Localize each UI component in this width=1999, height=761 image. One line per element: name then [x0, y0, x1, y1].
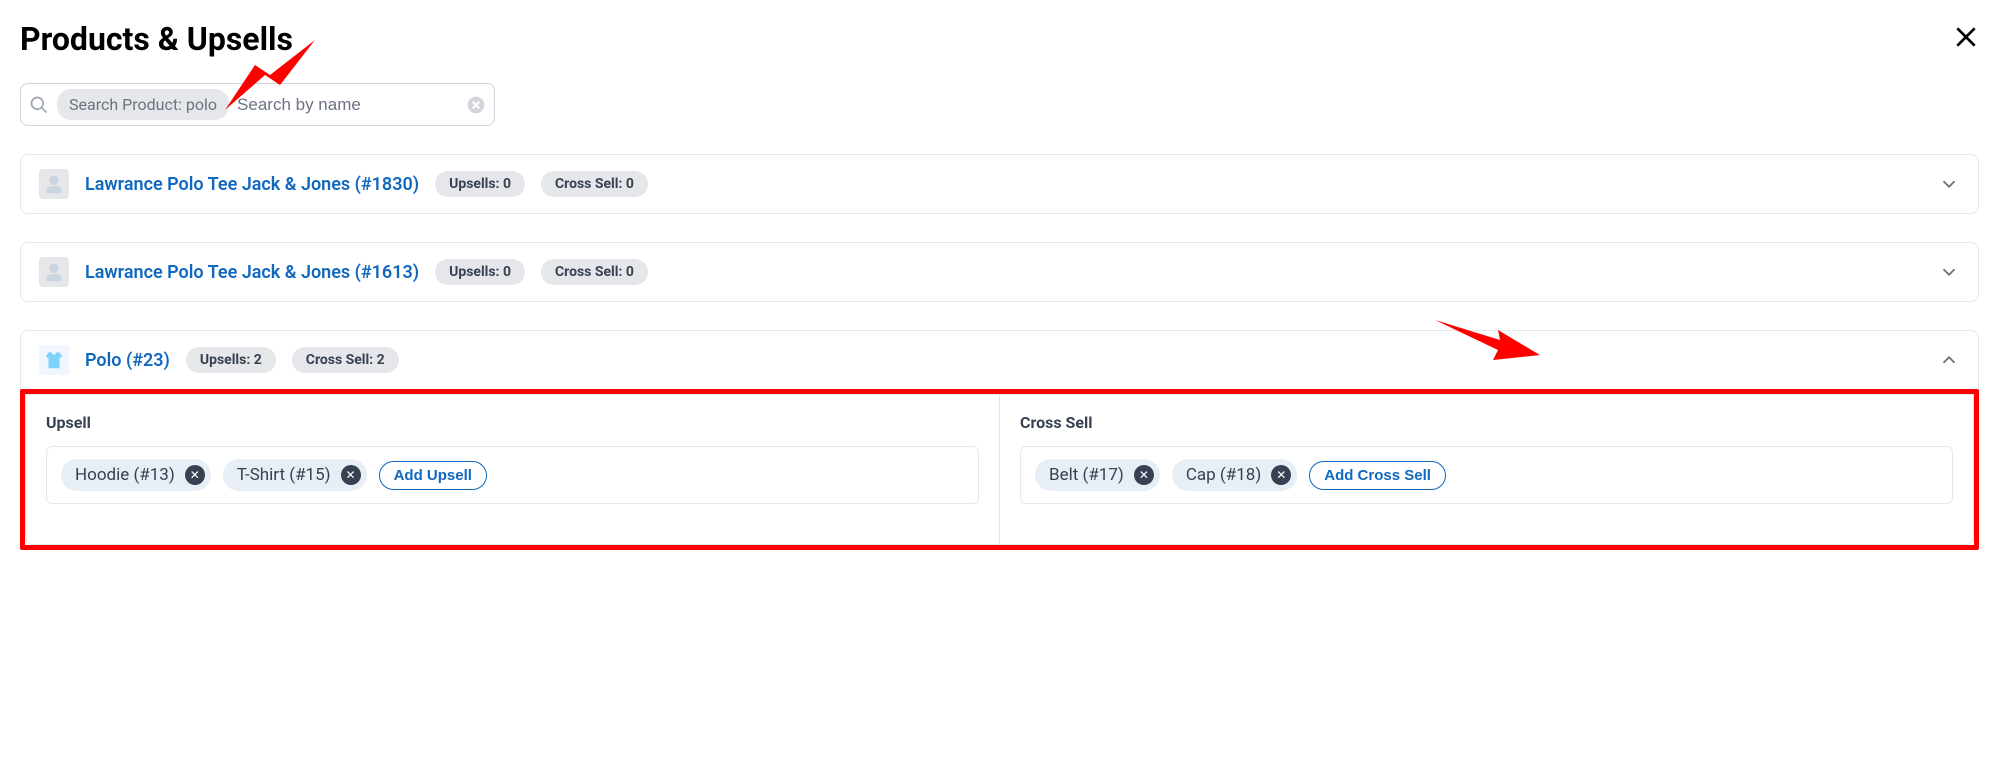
cross-sell-tag-container[interactable]: Belt (#17) ✕ Cap (#18) ✕ Add Cross Sell: [1020, 446, 1953, 504]
tag-label: T-Shirt (#15): [237, 465, 331, 485]
search-icon: [29, 95, 49, 115]
search-bar[interactable]: Search Product: polo: [20, 83, 495, 126]
chevron-down-icon[interactable]: [1938, 173, 1960, 195]
remove-tag-icon[interactable]: ✕: [341, 465, 361, 485]
page-title: Products & Upsells: [20, 20, 293, 58]
search-filter-chip[interactable]: Search Product: polo: [57, 89, 229, 120]
upsell-count-badge: Upsells: 0: [435, 259, 525, 285]
upsell-tag-container[interactable]: Hoodie (#13) ✕ T-Shirt (#15) ✕ Add Upsel…: [46, 446, 979, 504]
product-row[interactable]: Polo (#23) Upsells: 2 Cross Sell: 2: [20, 330, 1979, 389]
cross-sell-count-badge: Cross Sell: 0: [541, 171, 648, 197]
close-icon: [1953, 24, 1979, 50]
cross-sell-count-badge: Cross Sell: 2: [292, 347, 399, 373]
product-thumbnail: [39, 257, 69, 287]
upsell-panel: Upsell Hoodie (#13) ✕ T-Shirt (#15) ✕ Ad…: [26, 395, 1000, 544]
upsell-count-badge: Upsells: 2: [186, 347, 276, 373]
cross-sell-section-label: Cross Sell: [1020, 413, 1953, 432]
add-cross-sell-button[interactable]: Add Cross Sell: [1309, 461, 1446, 490]
product-name-link[interactable]: Lawrance Polo Tee Jack & Jones (#1830): [85, 174, 419, 195]
remove-tag-icon[interactable]: ✕: [1134, 465, 1154, 485]
remove-tag-icon[interactable]: ✕: [185, 465, 205, 485]
cross-sell-count-badge: Cross Sell: 0: [541, 259, 648, 285]
product-row[interactable]: Lawrance Polo Tee Jack & Jones (#1613) U…: [20, 242, 1979, 302]
product-name-link[interactable]: Lawrance Polo Tee Jack & Jones (#1613): [85, 262, 419, 283]
product-thumbnail: [39, 345, 69, 375]
add-upsell-button[interactable]: Add Upsell: [379, 461, 487, 490]
product-thumbnail: [39, 169, 69, 199]
close-button[interactable]: [1953, 23, 1979, 55]
product-name-link[interactable]: Polo (#23): [85, 350, 170, 371]
search-input[interactable]: [237, 95, 458, 115]
cross-sell-tag: Belt (#17) ✕: [1035, 459, 1160, 491]
tag-label: Belt (#17): [1049, 465, 1124, 485]
tag-label: Cap (#18): [1186, 465, 1261, 485]
product-row[interactable]: Lawrance Polo Tee Jack & Jones (#1830) U…: [20, 154, 1979, 214]
cross-sell-tag: Cap (#18) ✕: [1172, 459, 1297, 491]
upsell-count-badge: Upsells: 0: [435, 171, 525, 197]
upsell-section-label: Upsell: [46, 413, 979, 432]
upsell-tag: T-Shirt (#15) ✕: [223, 459, 367, 491]
upsell-tag: Hoodie (#13) ✕: [61, 459, 211, 491]
highlight-annotation-box: Upsell Hoodie (#13) ✕ T-Shirt (#15) ✕ Ad…: [20, 389, 1979, 550]
tag-label: Hoodie (#13): [75, 465, 175, 485]
cross-sell-panel: Cross Sell Belt (#17) ✕ Cap (#18) ✕ Add …: [1000, 395, 1973, 544]
remove-tag-icon[interactable]: ✕: [1271, 465, 1291, 485]
chevron-down-icon[interactable]: [1938, 261, 1960, 283]
chevron-up-icon[interactable]: [1938, 349, 1960, 371]
clear-search-icon[interactable]: [466, 95, 486, 115]
